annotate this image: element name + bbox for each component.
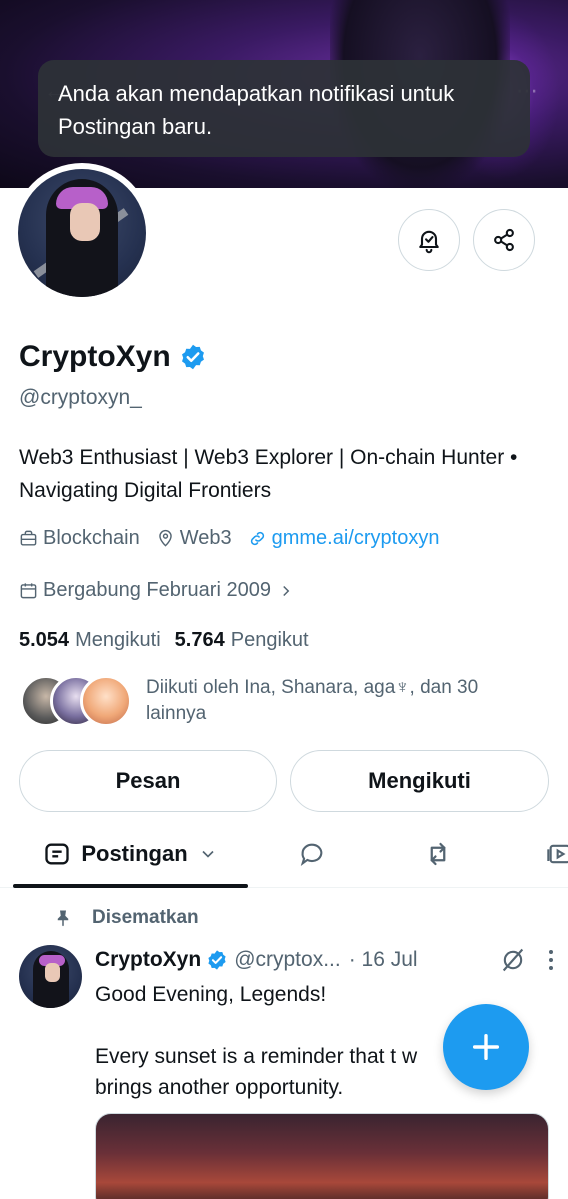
profile-bio: Web3 Enthusiast | Web3 Explorer | On-cha… [19, 446, 518, 502]
category-item: Blockchain [19, 527, 140, 550]
tab-posts-label: Postingan [81, 841, 188, 866]
briefcase-icon [20, 530, 37, 546]
posts-icon [45, 843, 69, 865]
calendar-icon [20, 583, 37, 599]
toast-message: Anda akan mendapatkan notifikasi untuk P… [58, 81, 455, 139]
joined-label: Bergabung Februari 2009 [43, 579, 271, 601]
follow-stats: 5.054 Mengikuti 5.764 Pengikut [19, 629, 323, 652]
reply-bubble-icon [300, 843, 323, 867]
post-date: · 16 Jul [348, 948, 418, 971]
followers-stat[interactable]: 5.764 Pengikut [175, 629, 309, 652]
followers-label: Pengikut [230, 629, 309, 651]
notification-bell-button[interactable] [398, 209, 460, 271]
following-button[interactable]: Mengikuti [290, 750, 549, 812]
post-author-name[interactable]: CryptoXyn [95, 948, 201, 972]
followers-count: 5.764 [174, 629, 225, 651]
location-pin-icon [158, 529, 172, 547]
website-link[interactable]: gmme.ai/cryptoxyn [272, 527, 440, 550]
profile-handle: @cryptoxyn_ [19, 386, 142, 409]
verified-badge-icon[interactable] [179, 343, 207, 371]
post-header: CryptoXyn @cryptox... · 16 Jul [95, 946, 555, 974]
location-label: Web3 [179, 527, 232, 549]
profile-tabs: Postingan [0, 820, 568, 888]
location-item: Web3 [156, 527, 232, 550]
media-icon [547, 844, 568, 864]
profile-name-row: CryptoXyn [19, 340, 207, 374]
pin-icon [57, 910, 69, 927]
following-count: 5.054 [19, 629, 70, 651]
pinned-label: Disematkan [92, 907, 199, 928]
pinned-indicator: Disematkan [54, 907, 199, 929]
followed-by-text: Diikuti oleh Ina, Shanara, aga♆, dan 30 … [146, 677, 479, 724]
message-button[interactable]: Pesan [19, 750, 277, 812]
chevron-right-icon [283, 585, 290, 596]
more-vertical-icon[interactable] [547, 949, 555, 971]
avatar-image [18, 169, 146, 297]
link-icon [250, 531, 264, 546]
tab-posts[interactable]: Postingan [13, 820, 248, 888]
tab-reposts[interactable] [408, 820, 468, 888]
post-media-image[interactable] [95, 1113, 549, 1199]
tab-replies[interactable] [282, 820, 342, 888]
tab-media[interactable] [540, 820, 568, 888]
profile-avatar[interactable] [12, 163, 152, 303]
verified-badge-icon [208, 950, 226, 970]
following-label: Mengikuti [75, 629, 161, 651]
active-tab-indicator [13, 884, 248, 888]
website-item[interactable]: gmme.ai/cryptoxyn [248, 527, 440, 550]
chevron-down-icon [202, 850, 214, 858]
joined-date[interactable]: Bergabung Februari 2009 [19, 579, 300, 602]
share-icon [494, 228, 514, 252]
repost-icon [430, 842, 446, 866]
plus-icon [472, 1033, 500, 1061]
profile-name: CryptoXyn [19, 340, 171, 373]
share-button[interactable] [473, 209, 535, 271]
post-author-avatar[interactable] [19, 945, 82, 1008]
profile-meta: Blockchain Web3 gmme.ai/cryptoxyn [19, 527, 455, 550]
grok-icon[interactable] [499, 946, 527, 974]
compose-button[interactable] [443, 1004, 529, 1090]
category-label: Blockchain [43, 527, 140, 549]
followed-by-row[interactable]: Diikuti oleh Ina, Shanara, aga♆, dan 30 … [20, 675, 526, 727]
following-stat[interactable]: 5.054 Mengikuti [19, 629, 161, 652]
bell-check-icon [419, 230, 439, 254]
post-author-handle: @cryptox... [234, 948, 341, 971]
notification-toast: Anda akan mendapatkan notifikasi untuk P… [38, 60, 530, 157]
follower-avatar [80, 675, 132, 727]
